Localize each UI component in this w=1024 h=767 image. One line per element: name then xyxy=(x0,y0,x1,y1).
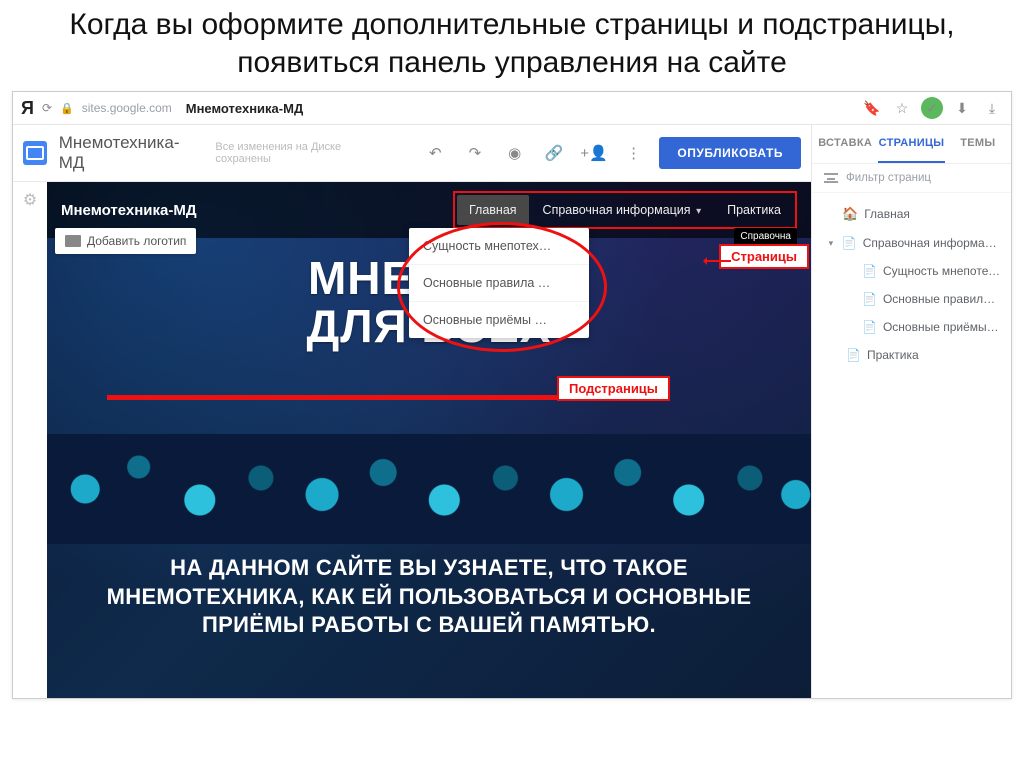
redo-icon[interactable]: ↷ xyxy=(461,144,489,162)
caret-down-icon: ▾ xyxy=(826,238,836,249)
reload-icon[interactable]: ⟳ xyxy=(42,101,52,115)
browser-window: Я ⟳ 🔒 sites.google.com Мнемотехника-МД 🔖… xyxy=(12,91,1012,699)
tab-insert[interactable]: ВСТАВКА xyxy=(812,125,878,163)
side-tabs: ВСТАВКА СТРАНИЦЫ ТЕМЫ xyxy=(812,125,1011,164)
dropdown-item[interactable]: Основные правила … xyxy=(409,265,589,302)
gear-icon[interactable]: ⚙ xyxy=(23,190,37,210)
more-icon[interactable]: ⋮ xyxy=(620,144,648,162)
bookmark-icon[interactable]: 🔖 xyxy=(861,97,883,119)
chevron-down-icon: ▾ xyxy=(696,206,701,217)
add-logo-button[interactable]: Добавить логотип xyxy=(55,228,196,254)
page-icon: 📄 xyxy=(862,264,877,278)
tree-label: Сущность мнепотехники xyxy=(883,264,1001,278)
nav-item-practice[interactable]: Практика xyxy=(715,195,793,225)
shield-icon[interactable]: ✓ xyxy=(921,97,943,119)
add-logo-label: Добавить логотип xyxy=(87,234,186,248)
site-nav: Главная Справочная информация ▾ Практика xyxy=(453,191,797,229)
decorative-dots xyxy=(47,434,811,544)
undo-icon[interactable]: ↶ xyxy=(421,144,449,162)
publish-button[interactable]: ОПУБЛИКОВАТЬ xyxy=(659,137,801,169)
tree-item-child[interactable]: 📄 Сущность мнепотехники xyxy=(822,257,1005,285)
hero-subtitle[interactable]: НА ДАННОМ САЙТЕ ВЫ УЗНАЕТЕ, ЧТО ТАКОЕ МН… xyxy=(93,554,765,640)
tab-themes[interactable]: ТЕМЫ xyxy=(945,125,1011,163)
document-name[interactable]: Мнемотехника-МД xyxy=(59,133,204,173)
nav-dropdown: Сущность мнепотех… Основные правила … Ос… xyxy=(409,228,589,338)
link-icon[interactable]: 🔗 xyxy=(540,144,568,162)
preview-icon[interactable]: ◉ xyxy=(501,144,529,162)
nav-tooltip: Справочна xyxy=(734,228,797,245)
tab-title: Мнемотехника-МД xyxy=(186,101,303,116)
page-icon: 📄 xyxy=(842,236,857,250)
filter-icon xyxy=(824,173,838,183)
add-user-icon[interactable]: +👤 xyxy=(580,144,608,162)
annotation-underline xyxy=(107,395,601,400)
downloads-icon[interactable]: ⬇ xyxy=(951,97,973,119)
annotation-tag-pages: Страницы xyxy=(719,244,809,269)
annotation-arrow xyxy=(705,260,731,262)
slide-title: Когда вы оформите дополнительные страниц… xyxy=(0,0,1024,85)
star-icon[interactable]: ☆ xyxy=(891,97,913,119)
page-icon: 📄 xyxy=(846,348,861,362)
save-status: Все изменения на Диске сохранены xyxy=(215,141,397,165)
url-domain: sites.google.com xyxy=(82,101,172,115)
pages-tree: 🏠 Главная ▾ 📄 Справочная информация 📄 Су… xyxy=(812,193,1011,375)
nav-item-home[interactable]: Главная xyxy=(457,195,529,225)
side-panel: ВСТАВКА СТРАНИЦЫ ТЕМЫ Фильтр страниц 🏠 Г… xyxy=(811,125,1011,698)
tree-item-reference[interactable]: ▾ 📄 Справочная информация xyxy=(822,229,1005,257)
dropdown-item[interactable]: Основные приёмы … xyxy=(409,302,589,338)
app-toolbar: Мнемотехника-МД Все изменения на Диске с… xyxy=(13,125,811,182)
page-icon: 📄 xyxy=(862,320,877,334)
tree-label: Справочная информация xyxy=(863,236,1001,250)
tree-label: Главная xyxy=(864,207,910,221)
tree-label: Основные приёмы мне… xyxy=(883,320,1001,334)
tree-item-child[interactable]: 📄 Основные правила мне… xyxy=(822,285,1005,313)
image-icon xyxy=(65,235,81,247)
nav-item-reference[interactable]: Справочная информация ▾ xyxy=(531,195,714,225)
tree-item-child[interactable]: 📄 Основные приёмы мне… xyxy=(822,313,1005,341)
address-bar: Я ⟳ 🔒 sites.google.com Мнемотехника-МД 🔖… xyxy=(13,92,1011,125)
site-title[interactable]: Мнемотехника-МД xyxy=(61,202,197,219)
yandex-logo-icon: Я xyxy=(21,98,34,119)
tree-item-practice[interactable]: 📄 Практика xyxy=(822,341,1005,369)
filter-placeholder: Фильтр страниц xyxy=(846,172,931,184)
nav-item-label: Справочная информация xyxy=(543,203,691,217)
annotation-tag-subpages: Подстраницы xyxy=(557,376,670,401)
page-canvas[interactable]: Мнемотехника-МД Главная Справочная инфор… xyxy=(47,182,811,698)
page-icon: 📄 xyxy=(862,292,877,306)
tree-item-home[interactable]: 🏠 Главная xyxy=(822,199,1005,229)
sites-app-icon xyxy=(23,141,47,165)
dropdown-item[interactable]: Сущность мнепотех… xyxy=(409,228,589,265)
filter-row[interactable]: Фильтр страниц xyxy=(812,164,1011,193)
download-tray-icon[interactable]: ⤓ xyxy=(981,97,1003,119)
tree-label: Основные правила мне… xyxy=(883,292,1001,306)
tree-label: Практика xyxy=(867,348,919,362)
lock-icon: 🔒 xyxy=(60,102,74,115)
tab-pages[interactable]: СТРАНИЦЫ xyxy=(878,125,944,163)
home-icon: 🏠 xyxy=(842,206,858,222)
